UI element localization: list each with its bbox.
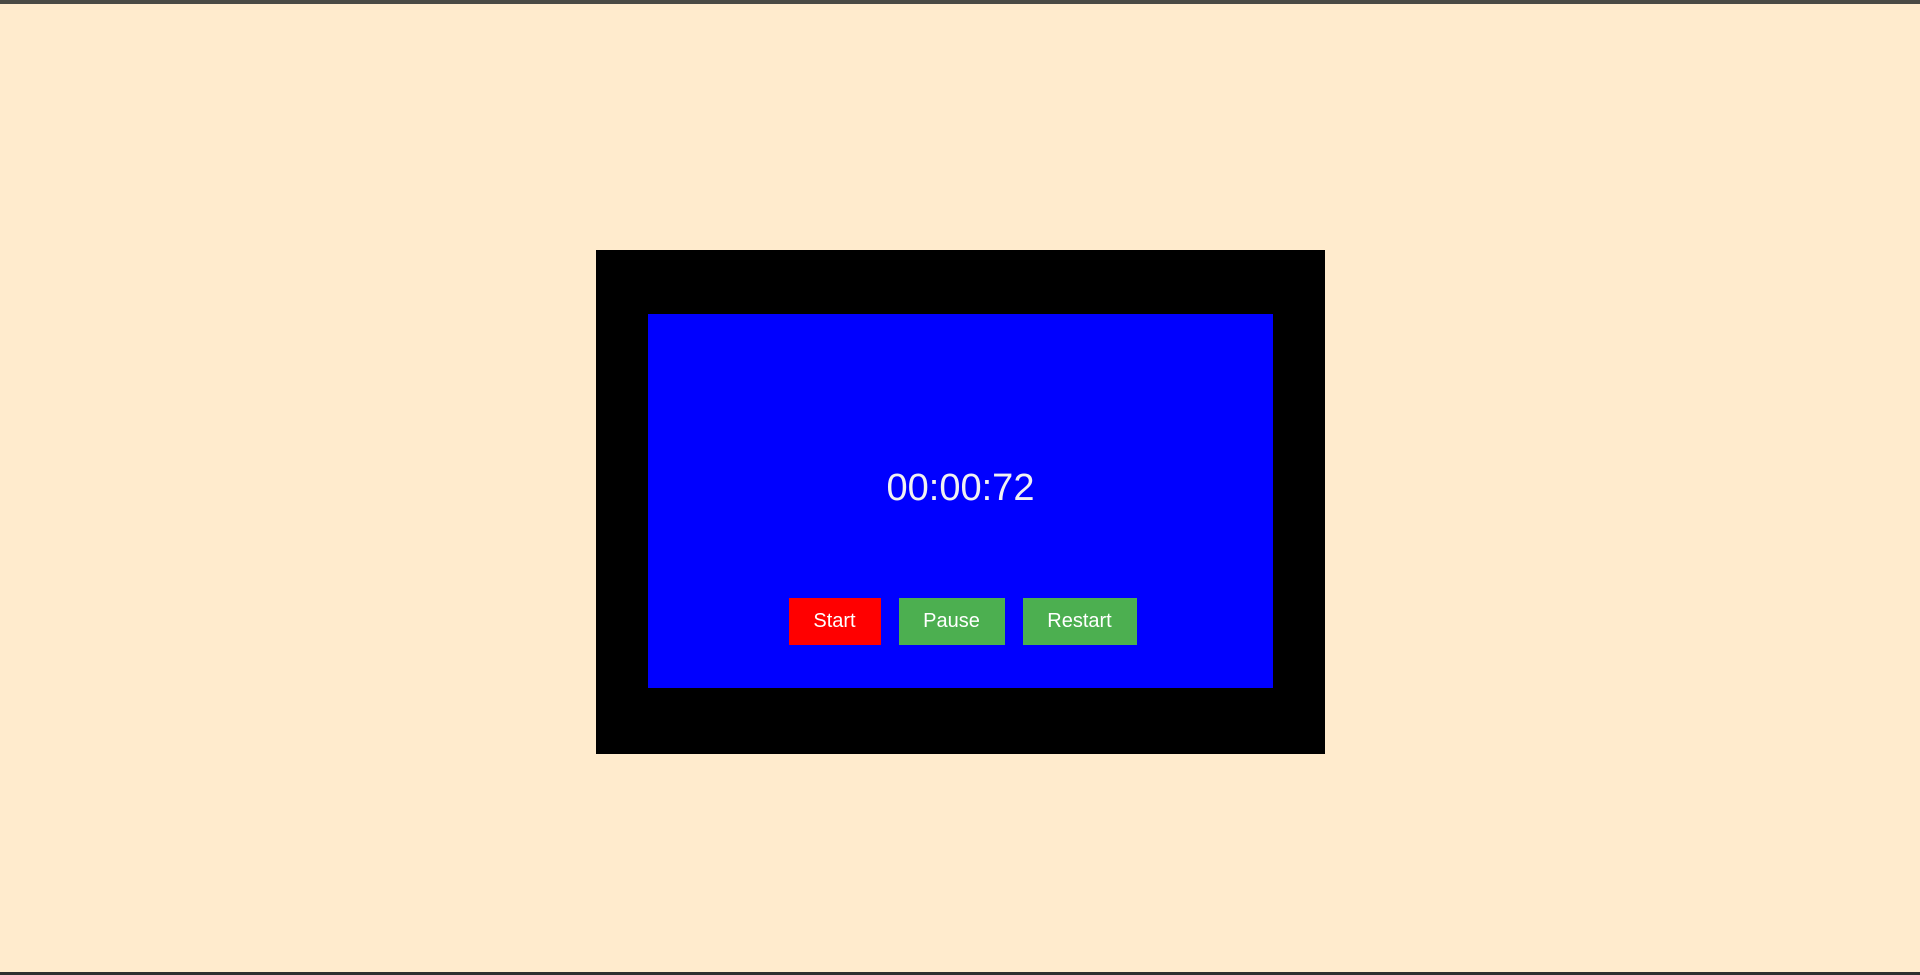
stopwatch-frame: 00:00:72 Start Pause Restart: [596, 250, 1325, 754]
stopwatch-screen: 00:00:72 Start Pause Restart: [648, 314, 1273, 688]
top-window-edge: [0, 0, 1920, 4]
time-display: 00:00:72: [886, 467, 1035, 509]
start-button[interactable]: Start: [788, 598, 881, 645]
pause-button[interactable]: Pause: [898, 598, 1005, 645]
restart-button[interactable]: Restart: [1022, 598, 1137, 645]
controls-row: Start Pause Restart: [648, 598, 1273, 645]
